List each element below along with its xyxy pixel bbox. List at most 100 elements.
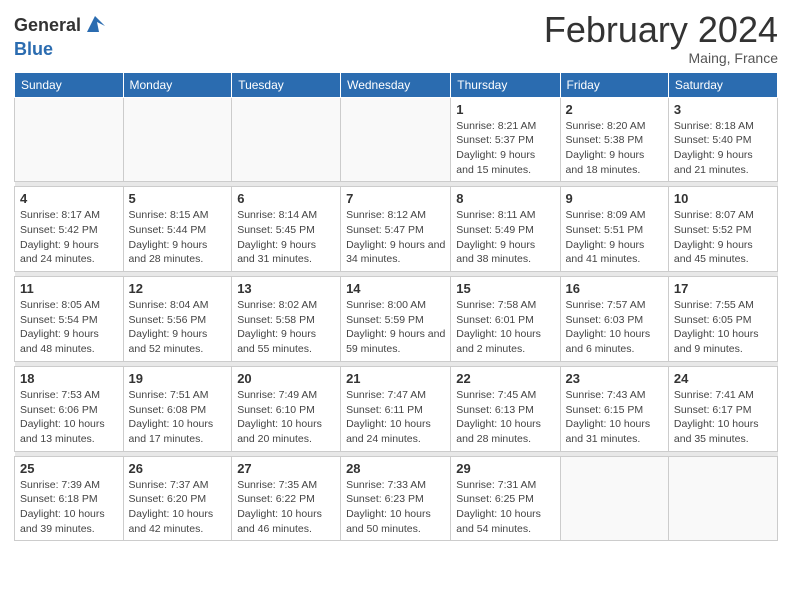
day-number: 18	[20, 371, 118, 386]
day-info: Sunrise: 8:20 AM Sunset: 5:38 PM Dayligh…	[566, 119, 663, 178]
table-row: 20Sunrise: 7:49 AM Sunset: 6:10 PM Dayli…	[232, 366, 341, 451]
day-number: 6	[237, 191, 335, 206]
day-number: 17	[674, 281, 772, 296]
day-number: 11	[20, 281, 118, 296]
col-monday: Monday	[123, 72, 232, 97]
title-block: February 2024 Maing, France	[544, 10, 778, 66]
day-number: 12	[129, 281, 227, 296]
day-info: Sunrise: 7:43 AM Sunset: 6:15 PM Dayligh…	[566, 388, 663, 447]
day-info: Sunrise: 8:05 AM Sunset: 5:54 PM Dayligh…	[20, 298, 118, 357]
calendar-week-5: 25Sunrise: 7:39 AM Sunset: 6:18 PM Dayli…	[15, 456, 778, 541]
table-row: 5 Sunrise: 8:15 AM Sunset: 5:44 PM Daylig…	[123, 187, 232, 272]
day-info: Sunrise: 8:18 AM Sunset: 5:40 PM Dayligh…	[674, 119, 772, 178]
table-row: 21 Sunrise: 7:47 AM Sunset: 6:11 PM Dayli…	[341, 366, 451, 451]
table-row: 2 Sunrise: 8:20 AM Sunset: 5:38 PM Daylig…	[560, 97, 668, 182]
day-number: 27	[237, 461, 335, 476]
col-sunday: Sunday	[15, 72, 124, 97]
table-row: 29Sunrise: 7:31 AM Sunset: 6:25 PM Dayli…	[451, 456, 560, 541]
day-number: 28	[346, 461, 445, 476]
logo-general: General	[14, 14, 107, 40]
day-number: 3	[674, 102, 772, 117]
table-row: 6 Sunrise: 8:14 AM Sunset: 5:45 PM Daylig…	[232, 187, 341, 272]
col-tuesday: Tuesday	[232, 72, 341, 97]
day-number: 23	[566, 371, 663, 386]
day-number: 2	[566, 102, 663, 117]
table-row: 3 Sunrise: 8:18 AM Sunset: 5:40 PM Daylig…	[668, 97, 777, 182]
table-row: 25Sunrise: 7:39 AM Sunset: 6:18 PM Dayli…	[15, 456, 124, 541]
header: General Blue February 2024 Maing, France	[14, 10, 778, 66]
day-number: 13	[237, 281, 335, 296]
table-row: 18Sunrise: 7:53 AM Sunset: 6:06 PM Dayli…	[15, 366, 124, 451]
day-number: 24	[674, 371, 772, 386]
page: General Blue February 2024 Maing, France…	[0, 0, 792, 555]
table-row: 8Sunrise: 8:11 AM Sunset: 5:49 PM Daylig…	[451, 187, 560, 272]
table-row	[15, 97, 124, 182]
table-row: 11 Sunrise: 8:05 AM Sunset: 5:54 PM Dayli…	[15, 277, 124, 362]
logo-blue-text: Blue	[14, 40, 107, 60]
day-info: Sunrise: 8:07 AM Sunset: 5:52 PM Dayligh…	[674, 208, 772, 267]
logo: General Blue	[14, 14, 107, 60]
day-info: Sunrise: 8:15 AM Sunset: 5:44 PM Dayligh…	[129, 208, 227, 267]
day-info: Sunrise: 8:00 AM Sunset: 5:59 PM Dayligh…	[346, 298, 445, 357]
day-number: 5	[129, 191, 227, 206]
table-row: 1 Sunrise: 8:21 AM Sunset: 5:37 PM Daylig…	[451, 97, 560, 182]
calendar-week-4: 18Sunrise: 7:53 AM Sunset: 6:06 PM Dayli…	[15, 366, 778, 451]
day-info: Sunrise: 8:12 AM Sunset: 5:47 PM Dayligh…	[346, 208, 445, 267]
col-saturday: Saturday	[668, 72, 777, 97]
table-row: 9Sunrise: 8:09 AM Sunset: 5:51 PM Daylig…	[560, 187, 668, 272]
calendar-week-1: 1 Sunrise: 8:21 AM Sunset: 5:37 PM Daylig…	[15, 97, 778, 182]
day-number: 16	[566, 281, 663, 296]
table-row: 16 Sunrise: 7:57 AM Sunset: 6:03 PM Dayli…	[560, 277, 668, 362]
day-info: Sunrise: 7:33 AM Sunset: 6:23 PM Dayligh…	[346, 478, 445, 537]
location: Maing, France	[544, 50, 778, 66]
day-info: Sunrise: 8:17 AM Sunset: 5:42 PM Dayligh…	[20, 208, 118, 267]
day-number: 26	[129, 461, 227, 476]
day-info: Sunrise: 7:55 AM Sunset: 6:05 PM Dayligh…	[674, 298, 772, 357]
day-number: 1	[456, 102, 554, 117]
day-number: 7	[346, 191, 445, 206]
day-info: Sunrise: 8:02 AM Sunset: 5:58 PM Dayligh…	[237, 298, 335, 357]
day-number: 25	[20, 461, 118, 476]
day-info: Sunrise: 8:04 AM Sunset: 5:56 PM Dayligh…	[129, 298, 227, 357]
table-row: 19Sunrise: 7:51 AM Sunset: 6:08 PM Dayli…	[123, 366, 232, 451]
day-info: Sunrise: 7:35 AM Sunset: 6:22 PM Dayligh…	[237, 478, 335, 537]
table-row	[123, 97, 232, 182]
header-row: Sunday Monday Tuesday Wednesday Thursday…	[15, 72, 778, 97]
day-info: Sunrise: 8:21 AM Sunset: 5:37 PM Dayligh…	[456, 119, 554, 178]
day-number: 15	[456, 281, 554, 296]
day-info: Sunrise: 7:47 AM Sunset: 6:11 PM Dayligh…	[346, 388, 445, 447]
table-row: 12 Sunrise: 8:04 AM Sunset: 5:56 PM Dayli…	[123, 277, 232, 362]
day-info: Sunrise: 8:09 AM Sunset: 5:51 PM Dayligh…	[566, 208, 663, 267]
table-row: 26 Sunrise: 7:37 AM Sunset: 6:20 PM Dayli…	[123, 456, 232, 541]
table-row: 15 Sunrise: 7:58 AM Sunset: 6:01 PM Dayli…	[451, 277, 560, 362]
day-number: 10	[674, 191, 772, 206]
day-info: Sunrise: 7:45 AM Sunset: 6:13 PM Dayligh…	[456, 388, 554, 447]
table-row: 14 Sunrise: 8:00 AM Sunset: 5:59 PM Dayli…	[341, 277, 451, 362]
month-title: February 2024	[544, 10, 778, 50]
table-row: 7 Sunrise: 8:12 AM Sunset: 5:47 PM Daylig…	[341, 187, 451, 272]
day-number: 8	[456, 191, 554, 206]
day-info: Sunrise: 7:58 AM Sunset: 6:01 PM Dayligh…	[456, 298, 554, 357]
col-thursday: Thursday	[451, 72, 560, 97]
day-number: 21	[346, 371, 445, 386]
day-info: Sunrise: 8:14 AM Sunset: 5:45 PM Dayligh…	[237, 208, 335, 267]
table-row	[232, 97, 341, 182]
day-number: 20	[237, 371, 335, 386]
day-number: 4	[20, 191, 118, 206]
table-row: 24Sunrise: 7:41 AM Sunset: 6:17 PM Dayli…	[668, 366, 777, 451]
day-number: 22	[456, 371, 554, 386]
calendar-table: Sunday Monday Tuesday Wednesday Thursday…	[14, 72, 778, 542]
table-row	[341, 97, 451, 182]
table-row: 22 Sunrise: 7:45 AM Sunset: 6:13 PM Dayli…	[451, 366, 560, 451]
calendar-week-2: 4 Sunrise: 8:17 AM Sunset: 5:42 PM Daylig…	[15, 187, 778, 272]
table-row: 10 Sunrise: 8:07 AM Sunset: 5:52 PM Dayli…	[668, 187, 777, 272]
table-row: 4 Sunrise: 8:17 AM Sunset: 5:42 PM Daylig…	[15, 187, 124, 272]
day-info: Sunrise: 7:57 AM Sunset: 6:03 PM Dayligh…	[566, 298, 663, 357]
calendar-week-3: 11 Sunrise: 8:05 AM Sunset: 5:54 PM Dayli…	[15, 277, 778, 362]
col-wednesday: Wednesday	[341, 72, 451, 97]
day-info: Sunrise: 7:37 AM Sunset: 6:20 PM Dayligh…	[129, 478, 227, 537]
logo-bird-icon	[83, 12, 107, 40]
table-row	[560, 456, 668, 541]
day-info: Sunrise: 7:31 AM Sunset: 6:25 PM Dayligh…	[456, 478, 554, 537]
day-number: 14	[346, 281, 445, 296]
